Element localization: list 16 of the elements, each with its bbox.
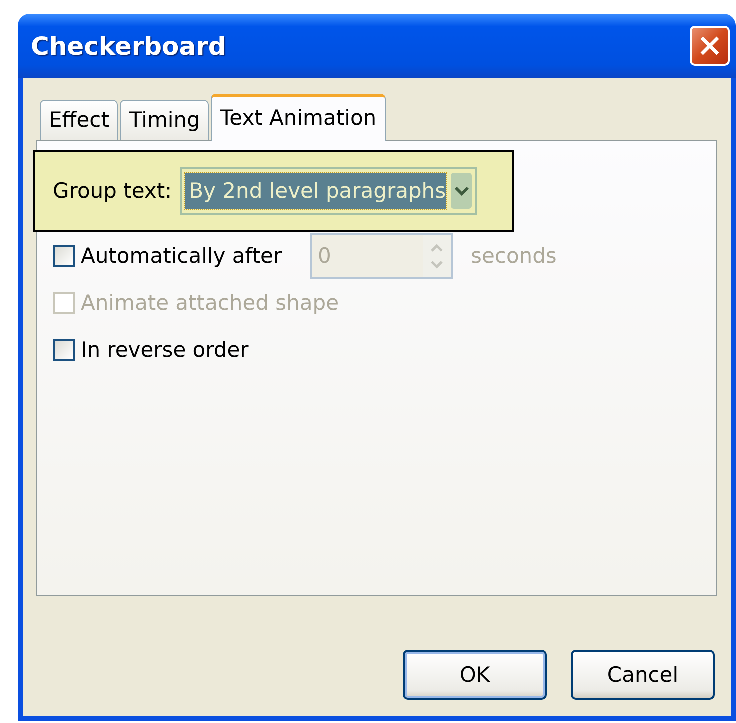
- field-label: Group text:: [53, 179, 172, 203]
- checkbox[interactable]: [53, 338, 75, 360]
- tab[interactable]: Effect: [40, 100, 118, 140]
- cancel-button[interactable]: Cancel: [571, 650, 715, 700]
- close-icon: [698, 34, 722, 58]
- dropdown[interactable]: By 2nd level paragraphs: [180, 167, 478, 215]
- tab[interactable]: Text Animation: [211, 94, 386, 141]
- chevron-down-icon: [454, 185, 470, 197]
- unit-label: seconds: [471, 244, 557, 268]
- checkbox-label[interactable]: In reverse order: [81, 338, 249, 362]
- close-button[interactable]: [690, 26, 730, 66]
- tab[interactable]: Timing: [120, 100, 210, 140]
- ok-button[interactable]: OK: [403, 650, 547, 700]
- checkbox-label[interactable]: Automatically after: [81, 244, 282, 268]
- checkbox[interactable]: [53, 244, 75, 266]
- window-title: Checkerboard: [31, 32, 226, 60]
